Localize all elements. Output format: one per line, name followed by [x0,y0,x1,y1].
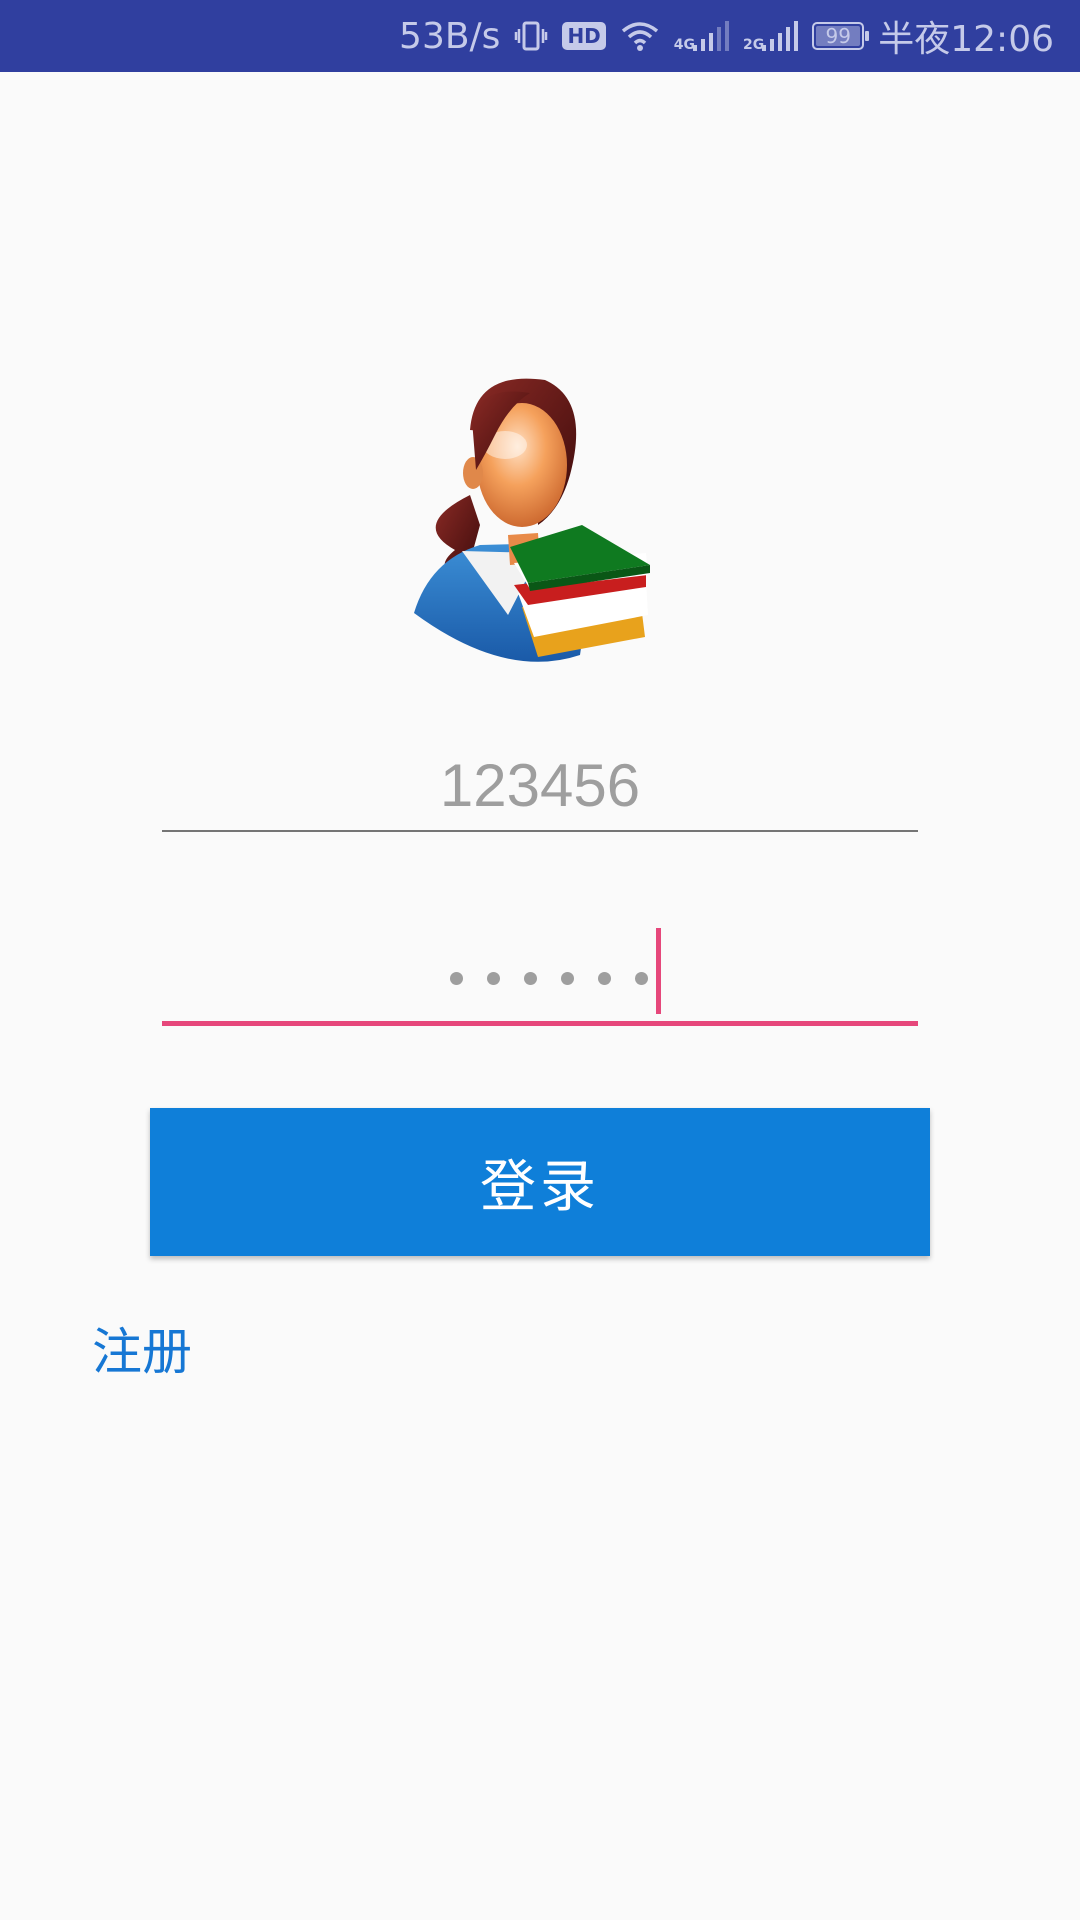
password-field[interactable] [162,928,918,1026]
login-button[interactable]: 登录 [150,1108,930,1256]
clock: 半夜12:06 [878,19,1054,60]
username-value: 123456 [439,752,641,819]
password-dot [598,972,611,985]
signal-2g-icon: 2G [743,19,799,53]
status-bar: 53B/s HD 4G 2G 99 半夜12:06 [0,0,1080,72]
password-dots [450,972,672,985]
teacher-avatar-icon [410,375,680,675]
register-link[interactable]: 注册 [92,1312,192,1384]
password-dot [524,972,537,985]
battery-icon: 99 [812,22,870,50]
signal-4g-icon: 4G [674,19,730,53]
net-speed: 53B/s [399,15,501,57]
text-cursor [656,928,661,1014]
hd-icon: HD [562,22,606,50]
password-dot [487,972,500,985]
username-field[interactable]: 123456 [162,740,918,832]
battery-level: 99 [825,24,851,48]
password-dot [561,972,574,985]
password-dot [450,972,463,985]
password-dot [635,972,648,985]
vibrate-icon [514,19,548,53]
wifi-icon [620,20,660,52]
